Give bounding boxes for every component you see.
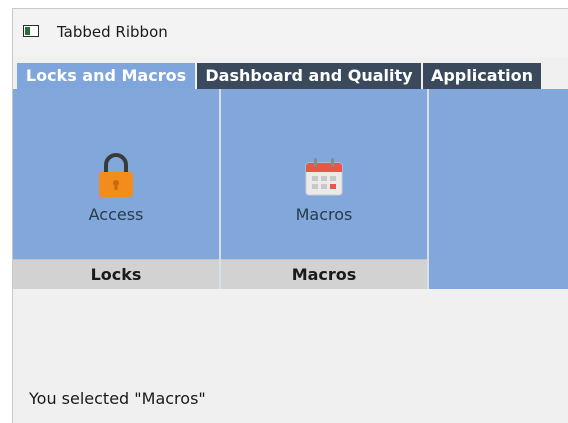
- ribbon-group-title-macros: Macros: [221, 259, 427, 289]
- status-message: You selected "Macros": [29, 389, 206, 408]
- ribbon-tab-strip: Locks and Macros Dashboard and Quality A…: [13, 63, 568, 89]
- ribbon-group-title-locks: Locks: [13, 259, 219, 289]
- access-button[interactable]: Access: [13, 89, 219, 259]
- access-button-label: Access: [88, 205, 144, 224]
- macros-button[interactable]: Macros: [221, 89, 427, 259]
- lock-icon: [99, 153, 133, 197]
- window-app-icon: [23, 25, 39, 37]
- calendar-icon: [305, 158, 343, 196]
- ribbon-group-macros: Macros Macros: [221, 89, 427, 289]
- tab-application[interactable]: Application: [423, 63, 541, 89]
- tab-locks-and-macros[interactable]: Locks and Macros: [17, 63, 195, 89]
- tab-dashboard-and-quality[interactable]: Dashboard and Quality: [197, 63, 421, 89]
- ribbon-group-locks: Access Locks: [13, 89, 219, 289]
- main-window: Tabbed Ribbon Locks and Macros Dashboard…: [12, 8, 568, 423]
- window-title: Tabbed Ribbon: [57, 23, 168, 41]
- group-divider: [427, 89, 429, 289]
- title-bar: Tabbed Ribbon: [13, 9, 568, 57]
- ribbon-panel: Access Locks Macros Macros: [13, 89, 568, 289]
- macros-button-label: Macros: [295, 205, 353, 224]
